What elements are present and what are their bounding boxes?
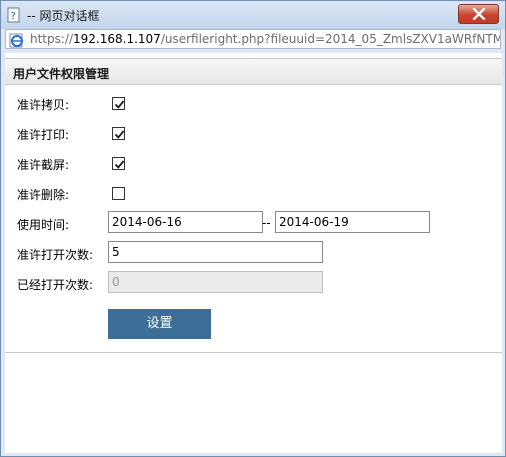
title-bar[interactable]: ? -- 网页对话框 [1,1,505,29]
check-icon [114,160,125,169]
url-prefix: https:// [30,32,74,46]
usage-time-label: 使用时间: [17,218,70,232]
allow-delete-label: 准许删除: [17,188,70,202]
open-count-label: 准许打开次数: [17,248,94,262]
svg-text:?: ? [11,11,16,22]
set-button[interactable]: 设置 [108,309,211,339]
permission-panel: 用户文件权限管理 准许拷贝: 准许打印: 准许截屏: 准许删除: 使用时间: 2… [5,58,502,353]
allow-screenshot-checkbox[interactable] [112,157,125,170]
allow-print-checkbox[interactable] [112,127,125,140]
close-icon [472,8,486,20]
open-count-input[interactable]: 5 [108,241,323,263]
ie-page-icon [9,32,25,48]
panel-title: 用户文件权限管理 [13,67,110,81]
opened-count-input: 0 [108,271,323,293]
check-icon [114,100,125,109]
allow-delete-checkbox[interactable] [112,187,125,200]
panel-header: 用户文件权限管理 [5,59,502,85]
allow-screenshot-label: 准许截屏: [17,158,70,172]
url-path: /userfileright.php?fileuuid=2014_05_Zmls… [160,32,501,46]
opened-count-label: 已经打开次数: [17,278,94,292]
window-title: -- 网页对话框 [27,9,100,23]
start-date-input[interactable]: 2014-06-16 [108,211,263,233]
date-separator: -- [262,216,271,230]
address-url: https://192.168.1.107/userfileright.php?… [30,32,501,46]
dialog-window: ? -- 网页对话框 https://192.168.1.107/userfil… [0,0,506,457]
close-button[interactable] [458,4,499,24]
allow-copy-checkbox[interactable] [112,97,125,110]
check-icon [114,130,125,139]
url-host: 192.168.1.107 [73,32,161,46]
end-date-input[interactable]: 2014-06-19 [275,211,430,233]
dialog-content: 用户文件权限管理 准许拷贝: 准许打印: 准许截屏: 准许删除: 使用时间: 2… [5,53,502,453]
allow-copy-label: 准许拷贝: [17,98,70,112]
address-bar: https://192.168.1.107/userfileright.php?… [5,29,501,49]
allow-print-label: 准许打印: [17,128,70,142]
page-help-icon: ? [6,7,22,23]
